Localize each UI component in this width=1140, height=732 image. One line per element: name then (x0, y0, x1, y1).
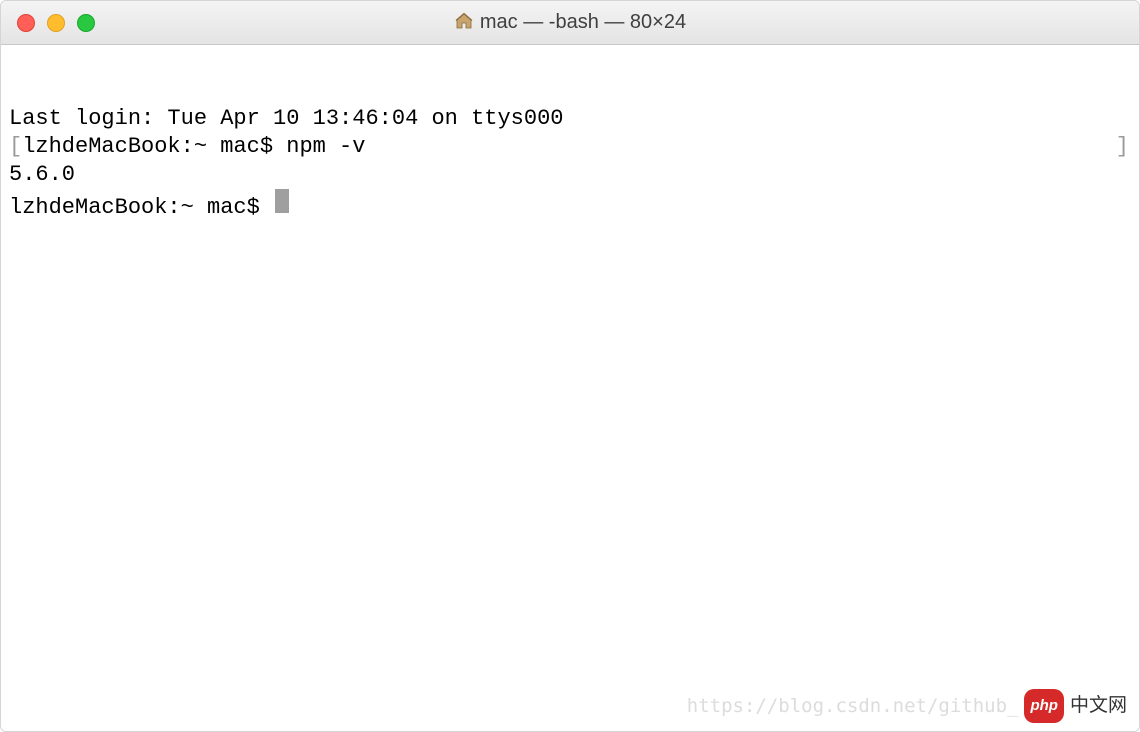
titlebar[interactable]: mac — -bash — 80×24 (1, 1, 1139, 45)
output-1: 5.6.0 (9, 161, 1131, 189)
zoom-button[interactable] (77, 14, 95, 32)
command-1: npm -v (286, 133, 365, 161)
close-button[interactable] (17, 14, 35, 32)
traffic-lights (1, 14, 95, 32)
command-line-1: [lzhdeMacBook:~ mac$ npm -v] (9, 133, 1131, 161)
terminal-body[interactable]: Last login: Tue Apr 10 13:46:04 on ttys0… (1, 45, 1139, 731)
title-area: mac — -bash — 80×24 (1, 11, 1139, 34)
watermark-badge: php (1024, 689, 1064, 723)
bracket-open: [ (9, 133, 22, 161)
watermark-cn: 中文网 (1070, 692, 1127, 720)
terminal-window: mac — -bash — 80×24 Last login: Tue Apr … (0, 0, 1140, 732)
last-login-line: Last login: Tue Apr 10 13:46:04 on ttys0… (9, 105, 1131, 133)
command-line-2: lzhdeMacBook:~ mac$ (9, 189, 1131, 222)
watermark: https://blog.csdn.net/github_ php 中文网 (687, 689, 1127, 723)
window-title: mac — -bash — 80×24 (480, 11, 686, 34)
minimize-button[interactable] (47, 14, 65, 32)
prompt-2: lzhdeMacBook:~ mac$ (9, 194, 273, 222)
home-icon (454, 11, 474, 34)
bracket-close: ] (1116, 133, 1129, 161)
prompt-1: lzhdeMacBook:~ mac$ (22, 133, 286, 161)
watermark-url: https://blog.csdn.net/github_ (687, 692, 1019, 720)
cursor (275, 189, 289, 213)
